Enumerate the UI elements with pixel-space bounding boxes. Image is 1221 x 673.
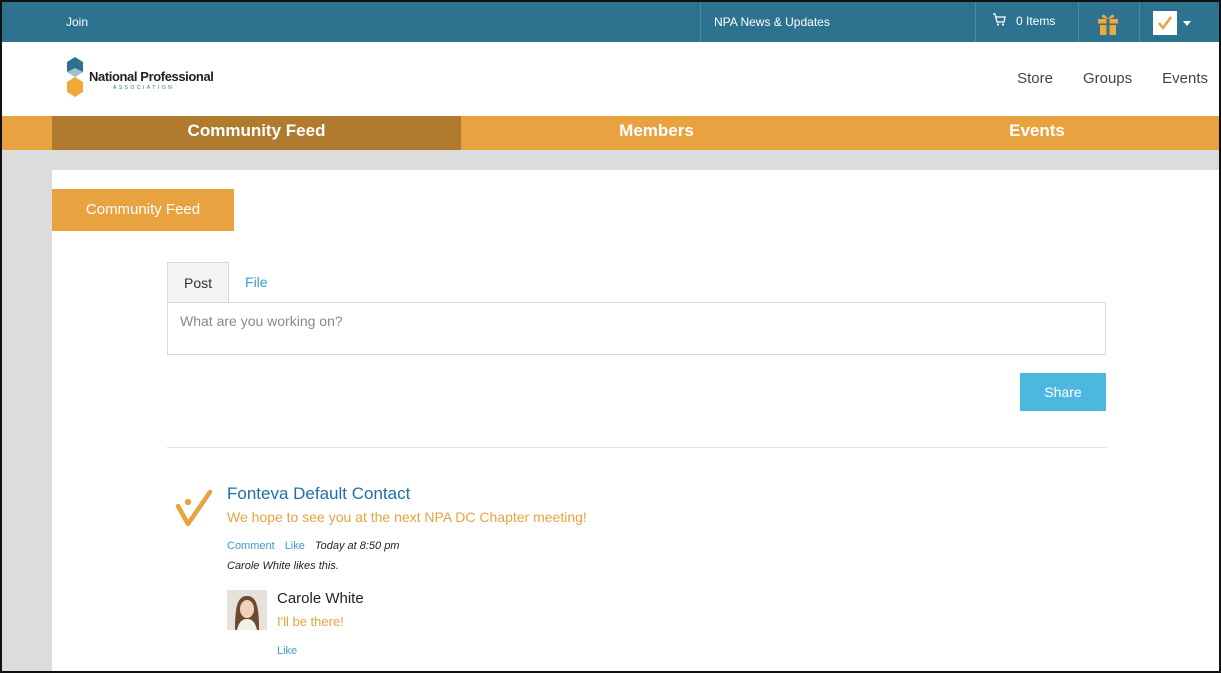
checkmark-logo-icon bbox=[174, 488, 214, 537]
hexagon-logo-icon bbox=[65, 56, 85, 103]
checkmark-logo-icon bbox=[1153, 11, 1177, 35]
user-menu[interactable] bbox=[1153, 11, 1191, 35]
divider bbox=[1139, 2, 1140, 42]
cart-icon bbox=[992, 13, 1006, 29]
nav-groups[interactable]: Groups bbox=[1083, 70, 1132, 87]
reply-author[interactable]: Carole White bbox=[277, 590, 364, 607]
news-updates-link[interactable]: NPA News & Updates bbox=[714, 15, 830, 29]
tab-post[interactable]: Post bbox=[167, 262, 230, 302]
tab-members[interactable]: Members bbox=[461, 116, 852, 150]
avatar[interactable] bbox=[227, 590, 267, 630]
like-link[interactable]: Like bbox=[285, 540, 305, 552]
main-nav: Store Groups Events bbox=[1017, 70, 1208, 87]
top-utility-bar: Join NPA News & Updates 0 Items bbox=[2, 2, 1219, 42]
post-likes-summary: Carole White likes this. bbox=[227, 560, 339, 572]
reply-text: I'll be there! bbox=[277, 614, 344, 629]
caret-down-icon bbox=[1183, 20, 1191, 26]
nav-events[interactable]: Events bbox=[1162, 70, 1208, 87]
cart-button[interactable]: 0 Items bbox=[992, 13, 1055, 29]
share-button[interactable]: Share bbox=[1020, 373, 1106, 411]
page: Join NPA News & Updates 0 Items National… bbox=[0, 0, 1221, 673]
post-tabs: Post File bbox=[167, 262, 284, 302]
logo-subtitle: ASSOCIATION bbox=[113, 84, 175, 91]
tab-events[interactable]: Events bbox=[852, 116, 1219, 150]
join-link[interactable]: Join bbox=[66, 15, 88, 29]
section-tabs: Community Feed Members Events bbox=[2, 116, 1219, 150]
reply-like-link[interactable]: Like bbox=[277, 645, 297, 657]
post-text: We hope to see you at the next NPA DC Ch… bbox=[227, 509, 587, 525]
content-panel: Community Feed Post File What are you wo… bbox=[52, 170, 1219, 671]
tab-community-feed[interactable]: Community Feed bbox=[52, 116, 461, 150]
post-meta: Comment Like Today at 8:50 pm bbox=[227, 540, 399, 552]
divider bbox=[700, 2, 701, 42]
cart-count: 0 Items bbox=[1016, 14, 1056, 28]
feed-divider bbox=[167, 447, 1106, 448]
comment-link[interactable]: Comment bbox=[227, 540, 275, 552]
post-timestamp: Today at 8:50 pm bbox=[314, 540, 400, 552]
post-input[interactable]: What are you working on? bbox=[167, 302, 1106, 355]
tab-file[interactable]: File bbox=[229, 262, 284, 302]
section-label: Community Feed bbox=[52, 189, 234, 231]
divider bbox=[1078, 2, 1079, 42]
nav-store[interactable]: Store bbox=[1017, 70, 1053, 87]
post-author-link[interactable]: Fonteva Default Contact bbox=[227, 484, 410, 504]
site-header: National Professional ASSOCIATION Store … bbox=[2, 42, 1219, 116]
logo-title: National Professional bbox=[89, 68, 214, 84]
gift-icon[interactable] bbox=[1095, 10, 1121, 39]
divider bbox=[975, 2, 976, 42]
site-logo[interactable]: National Professional ASSOCIATION bbox=[65, 56, 214, 103]
